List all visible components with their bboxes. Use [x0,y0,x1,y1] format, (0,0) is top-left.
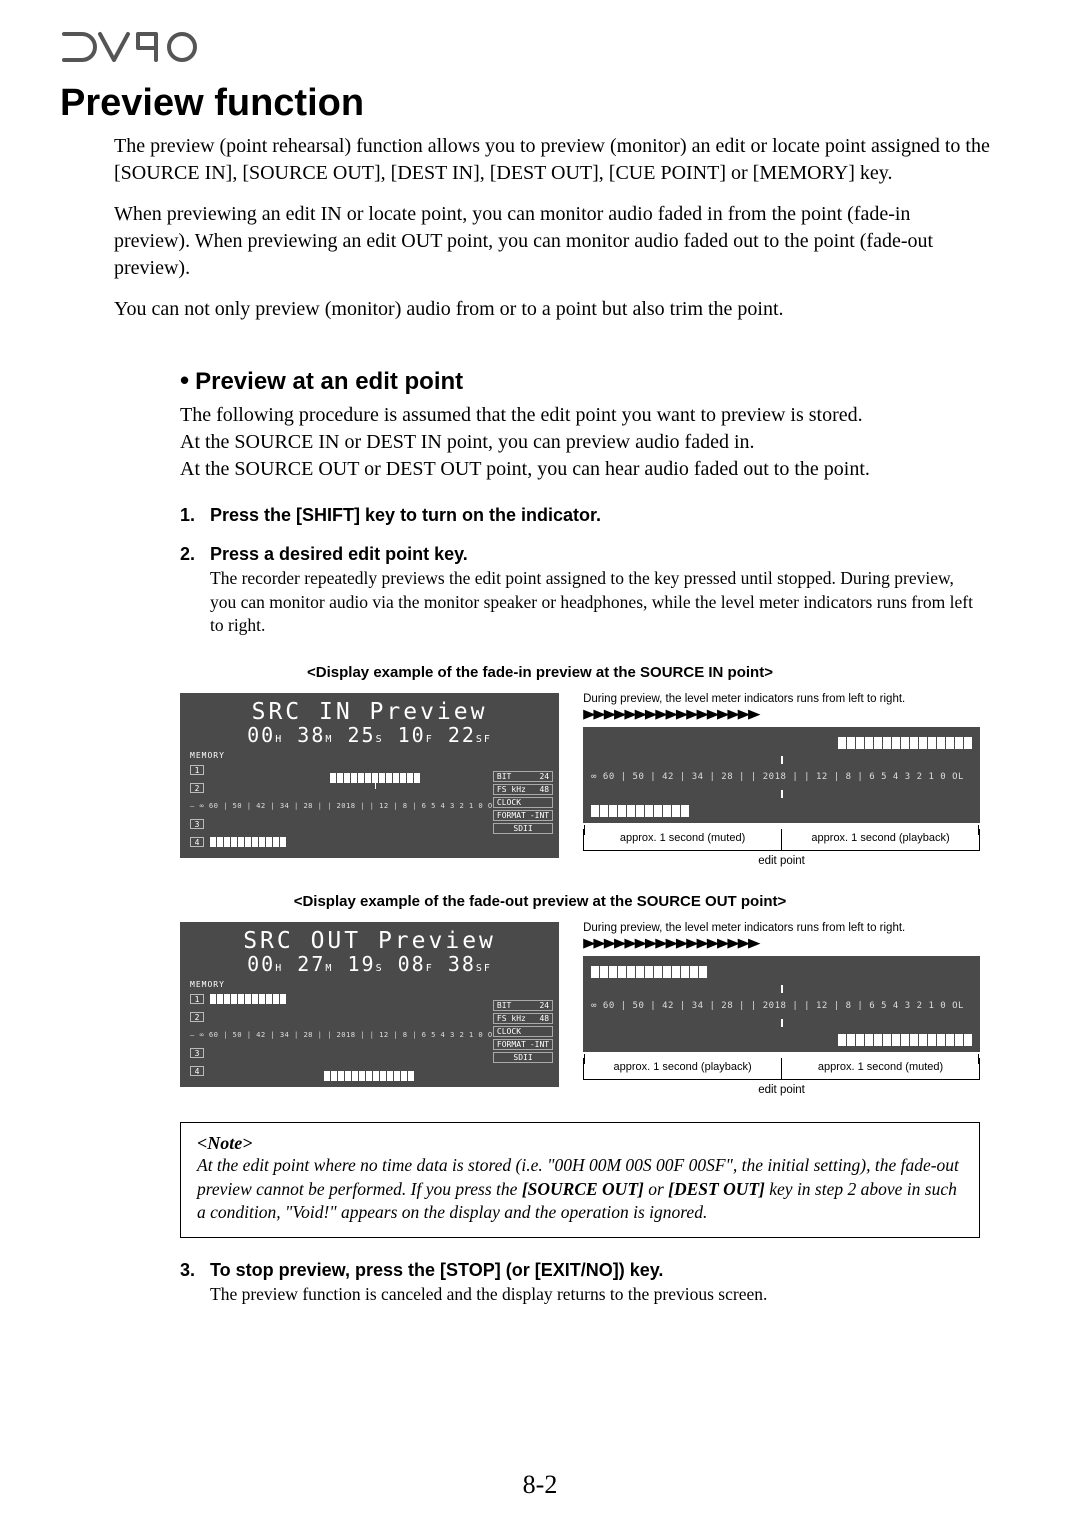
intro-para-1: The preview (point rehearsal) function a… [114,133,990,187]
lcd-right-tags: BIT24 FS kHz48 CLOCK FORMAT-INT SDII [493,1000,553,1063]
intro-para-3: You can not only preview (monitor) audio… [114,296,990,323]
lcd-title: SRC OUT Preview [190,928,549,954]
step-heading: To stop preview, press the [STOP] (or [E… [210,1260,663,1281]
diagram-row-in: SRC IN Preview 00H 38M 25S 10F 22SF MEMO… [180,693,980,867]
edit-point-label: edit point [583,1084,980,1096]
timeline-left: approx. 1 second (muted) [583,829,781,851]
memory-label: MEMORY [190,751,549,760]
step-3: 3. To stop preview, press the [STOP] (or… [180,1260,980,1307]
step-number: 3. [180,1260,202,1281]
lcd-time: 00H 27M 19S 08F 38SF [190,952,549,976]
product-logo [60,30,1020,64]
lcd-title: SRC IN Preview [190,699,549,725]
step-1: 1. Press the [SHIFT] key to turn on the … [180,505,980,526]
step-heading: Press the [SHIFT] key to turn on the ind… [210,505,601,526]
arrow-row-icon: ▶▶▶▶▶▶▶▶▶▶▶▶▶▶▶▶▶ [583,707,980,723]
timeline-out: approx. 1 second (playback) approx. 1 se… [583,1058,980,1080]
detail-panel-in: During preview, the level meter indicato… [583,693,980,867]
step-heading: Press a desired edit point key. [210,544,468,565]
detail-meter-in: ∞ 60 | 50 | 42 | 34 | 28 | | 2018 | | 12… [583,727,980,823]
step-body: The preview function is canceled and the… [210,1283,980,1307]
diagram-row-out: SRC OUT Preview 00H 27M 19S 08F 38SF MEM… [180,922,980,1096]
display-caption-in: <Display example of the fade-in preview … [60,664,1020,681]
detail-caption: During preview, the level meter indicato… [583,922,980,934]
lcd-panel-src-in: SRC IN Preview 00H 38M 25S 10F 22SF MEMO… [180,693,559,858]
lcd-bottom-bar [324,1071,414,1081]
section-intro: The following procedure is assumed that … [180,402,990,483]
note-title: <Note> [197,1133,963,1154]
timeline-right: approx. 1 second (playback) [781,829,980,851]
lcd-panel-src-out: SRC OUT Preview 00H 27M 19S 08F 38SF MEM… [180,922,559,1087]
lcd-center-bar [330,773,420,791]
step-body: The recorder repeatedly previews the edi… [210,567,980,638]
lcd-right-tags: BIT24 FS kHz48 CLOCK FORMAT-INT SDII [493,771,553,834]
timeline-in: approx. 1 second (muted) approx. 1 secon… [583,829,980,851]
timeline-right: approx. 1 second (muted) [781,1058,980,1080]
detail-panel-out: During preview, the level meter indicato… [583,922,980,1096]
step-number: 1. [180,505,202,526]
detail-meter-out: ∞ 60 | 50 | 42 | 34 | 28 | | 2018 | | 12… [583,956,980,1052]
step-2: 2. Press a desired edit point key. The r… [180,544,980,638]
timeline-left: approx. 1 second (playback) [583,1058,781,1080]
edit-point-label: edit point [583,855,980,867]
arrow-row-icon: ▶▶▶▶▶▶▶▶▶▶▶▶▶▶▶▶▶ [583,936,980,952]
lcd-time: 00H 38M 25S 10F 22SF [190,723,549,747]
display-caption-out: <Display example of the fade-out preview… [60,893,1020,910]
step-number: 2. [180,544,202,565]
bullet-icon: • [180,365,189,395]
memory-label: MEMORY [190,980,549,989]
section-heading: •Preview at an edit point [180,365,1020,396]
page-number: 8-2 [0,1470,1080,1500]
detail-caption: During preview, the level meter indicato… [583,693,980,705]
page-title: Preview function [60,82,1020,125]
note-body: At the edit point where no time data is … [197,1154,963,1225]
note-box: <Note> At the edit point where no time d… [180,1122,980,1238]
intro-para-2: When previewing an edit IN or locate poi… [114,201,990,282]
